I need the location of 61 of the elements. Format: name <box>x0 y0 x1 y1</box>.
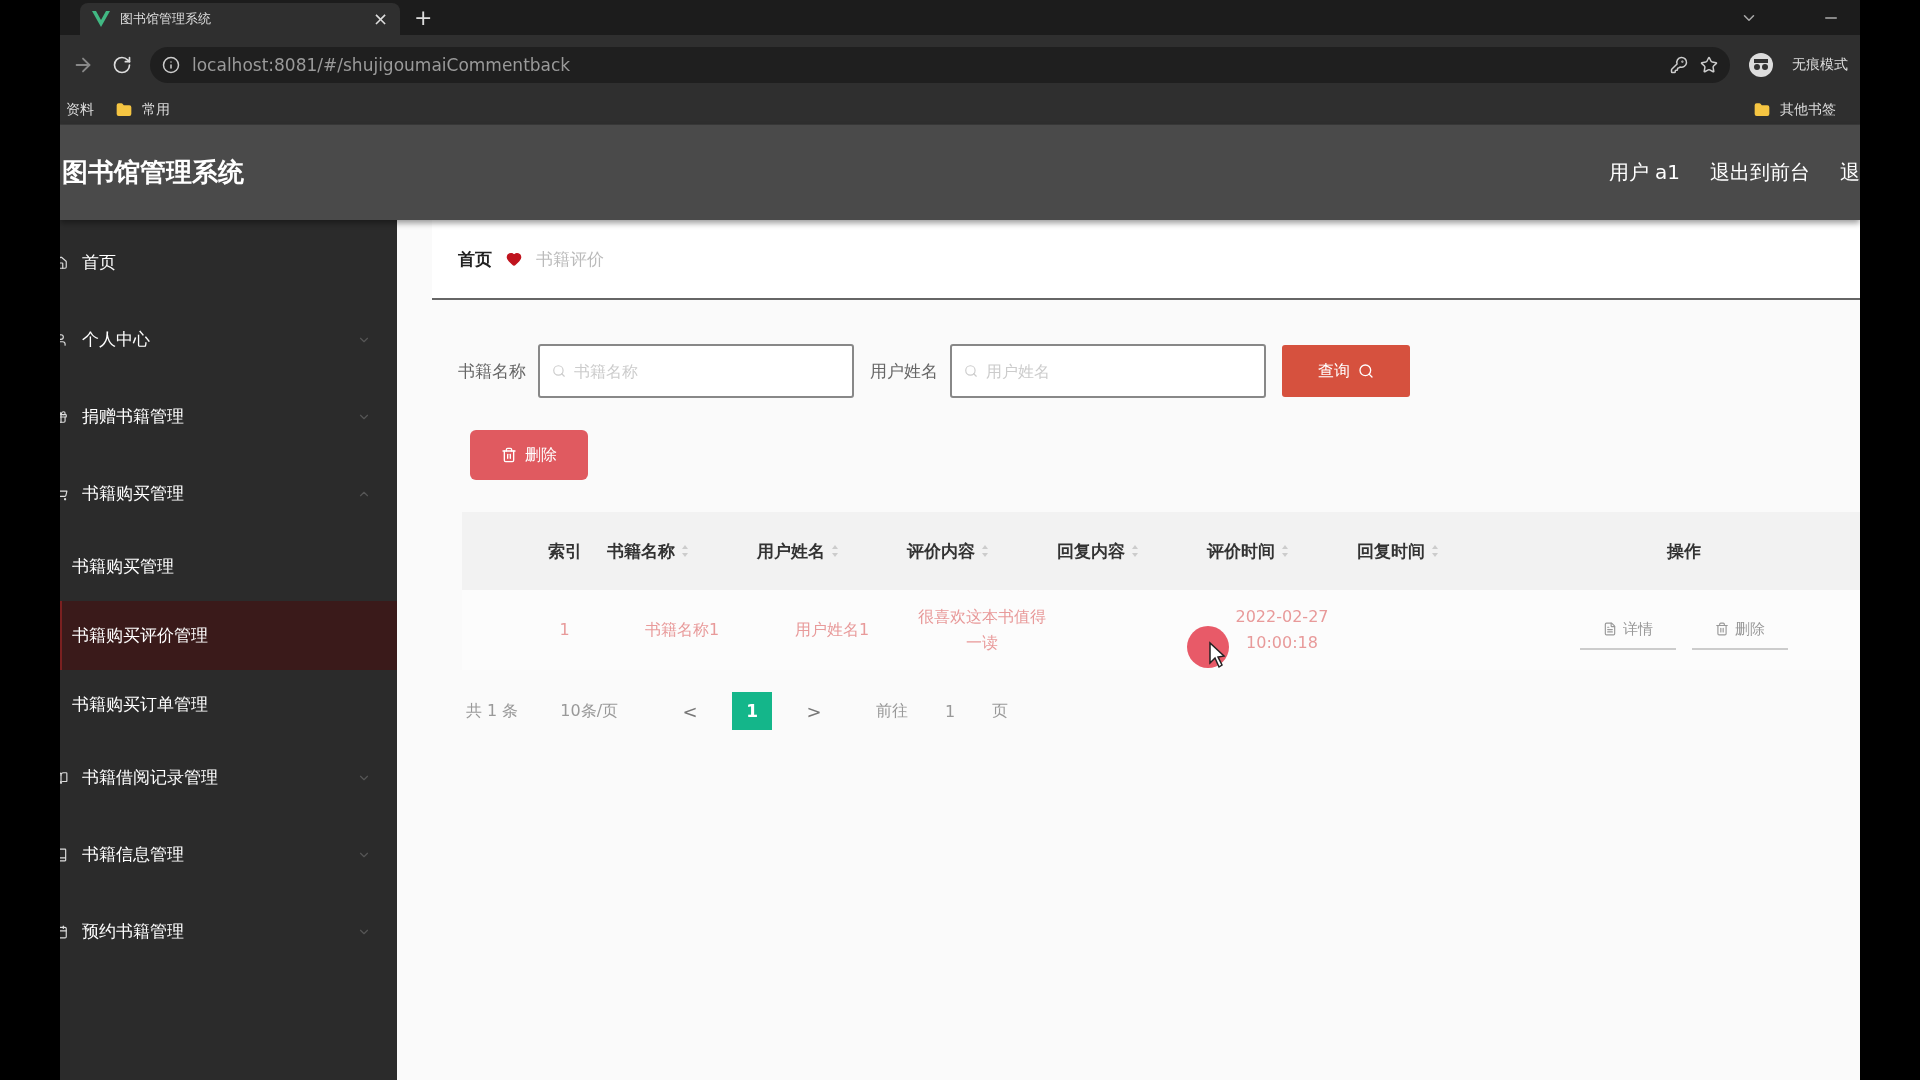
address-field[interactable]: localhost:8081/#/shujigoumaiCommentback <box>150 47 1730 83</box>
document-icon <box>1602 622 1617 636</box>
sidebar-subitem[interactable]: 书籍购买订单管理 <box>60 670 397 739</box>
table-cell-text: 用户姓名1 <box>793 619 871 642</box>
field-label: 书籍名称 <box>458 359 526 383</box>
sidebar-item[interactable]: 捐赠书籍管理 <box>60 378 397 455</box>
sidebar-item[interactable]: 首页 <box>60 224 397 301</box>
incognito-label: 无痕模式 <box>1792 56 1848 74</box>
close-icon[interactable]: × <box>372 10 388 28</box>
trash-icon <box>501 447 517 463</box>
goto-label: 前往 <box>876 700 909 722</box>
column-header[interactable]: 评价时间 <box>1207 539 1275 563</box>
column-header[interactable]: 索引 <box>547 539 582 563</box>
breadcrumb-item[interactable]: 首页 <box>458 247 492 271</box>
reload-icon[interactable] <box>112 55 132 75</box>
bookmark-item[interactable]: 其他书签 <box>1780 100 1836 119</box>
bookmark-item[interactable]: 资料 <box>66 100 94 119</box>
search-button[interactable]: 查询 <box>1282 345 1410 397</box>
bookmark-item[interactable]: 常用 <box>142 100 170 119</box>
column-header[interactable]: 操作 <box>1666 539 1701 563</box>
folder-icon <box>116 101 132 118</box>
prev-page-button[interactable]: < <box>670 699 711 723</box>
total-count: 共 1 条 <box>466 700 519 722</box>
new-tab-button[interactable]: + <box>414 7 433 29</box>
table-cell-text: 书籍名称1 <box>643 619 721 642</box>
table-cell-text: 1 <box>558 619 571 642</box>
column-header[interactable]: 书籍名称 <box>607 539 675 563</box>
bookmark-star-icon[interactable] <box>1700 56 1718 74</box>
app-title: 图书馆管理系统 <box>62 156 244 189</box>
sidebar-subitem[interactable]: 书籍购买管理 <box>60 532 397 601</box>
search-icon <box>1358 363 1374 379</box>
sidebar-item[interactable]: 书籍借阅记录管理 <box>60 739 397 816</box>
sidebar-item[interactable]: 预约书籍管理 <box>60 893 397 970</box>
trash-icon <box>1714 622 1729 636</box>
header-link[interactable]: 退出到前台 <box>1710 159 1810 186</box>
sidebar-subitem[interactable]: 书籍购买评价管理 <box>60 601 397 670</box>
column-header[interactable]: 回复内容 <box>1057 539 1125 563</box>
table-cell-text: 2022-02-27 10:00:18 <box>1234 606 1330 654</box>
logo-icon <box>92 11 110 27</box>
field-label: 用户姓名 <box>870 359 938 383</box>
page-unit: 页 <box>992 700 1009 722</box>
key-icon[interactable] <box>1670 56 1688 74</box>
search-icon <box>964 364 978 378</box>
header-link[interactable]: 用户 a1 <box>1608 159 1680 186</box>
sidebar-item[interactable]: 个人中心 <box>60 301 397 378</box>
heart-icon <box>506 251 522 267</box>
delete-button[interactable]: 删除 <box>470 430 588 480</box>
incognito-icon[interactable] <box>1748 52 1774 78</box>
column-header[interactable]: 评价内容 <box>907 539 975 563</box>
sidebar-item[interactable]: 书籍信息管理 <box>60 816 397 893</box>
column-header[interactable]: 回复时间 <box>1357 539 1425 563</box>
search-icon <box>552 364 566 378</box>
next-page-button[interactable]: > <box>794 699 835 723</box>
sidebar-item[interactable]: 书籍购买管理 <box>60 455 397 532</box>
info-icon <box>162 56 180 74</box>
column-header[interactable]: 用户姓名 <box>757 539 825 563</box>
folder-icon <box>1754 101 1770 118</box>
breadcrumb-item: 书籍评价 <box>536 247 604 271</box>
header-link[interactable]: 退 <box>1840 159 1860 186</box>
table-cell-text: 很喜欢这本书值得一读 <box>917 606 1047 654</box>
browser-tab[interactable]: 图书馆管理系统 × <box>80 3 400 35</box>
